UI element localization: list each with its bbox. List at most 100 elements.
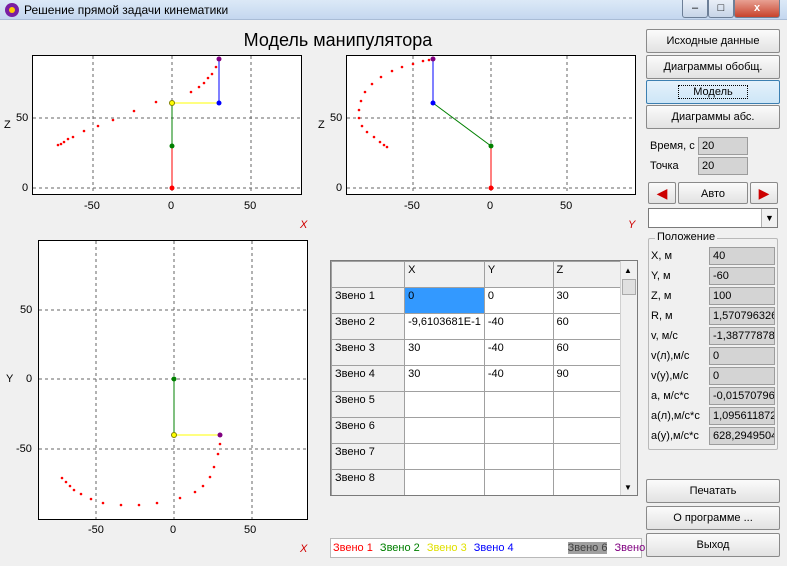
table-cell[interactable]	[483, 443, 554, 470]
step-back-button[interactable]: ◀	[648, 182, 676, 204]
plot-xy	[38, 240, 308, 520]
plot-yz-xtick-50: 50	[560, 200, 573, 212]
table-cell[interactable]	[552, 417, 623, 444]
close-button[interactable]: x	[734, 0, 780, 18]
table-cell[interactable]: 90	[552, 365, 623, 392]
plot-xy-ytick-50: 50	[20, 304, 33, 316]
plot-yz-canvas	[347, 56, 635, 194]
row-label: Звено 5	[331, 391, 406, 418]
column-header-z[interactable]: Z	[552, 261, 623, 288]
maximize-button[interactable]: □	[708, 0, 734, 18]
table-cell[interactable]	[483, 391, 554, 418]
plot-xy-ytick-0: 0	[26, 373, 33, 385]
legend-link-4: Звено 4	[473, 542, 514, 554]
row-label: Звено 2	[331, 313, 406, 340]
accel-label: a, м/с*с	[651, 390, 690, 402]
table-cell[interactable]	[552, 391, 623, 418]
generalized-diagrams-button[interactable]: Диаграммы обобщ.	[646, 55, 780, 79]
accel-y-label: a(y),м/с*с	[651, 430, 699, 442]
step-forward-button[interactable]: ▶	[750, 182, 778, 204]
trajectory	[56, 65, 218, 147]
table-cell[interactable]: 60	[552, 313, 623, 340]
about-button[interactable]: О программе ...	[646, 506, 780, 530]
table-cell[interactable]	[404, 443, 485, 470]
legend-link-1: Звено 1	[333, 542, 373, 554]
table-cell[interactable]: 0	[483, 287, 554, 314]
velocity-y-field[interactable]: 0	[709, 367, 775, 385]
print-button[interactable]: Печатать	[646, 479, 780, 503]
plot-xz-xtick-neg50: -50	[84, 200, 100, 212]
auto-button[interactable]: Авто	[678, 182, 748, 204]
time-label: Время, с	[650, 140, 695, 152]
table-cell[interactable]: -40	[483, 339, 554, 366]
initial-data-button[interactable]: Исходные данные	[646, 29, 780, 53]
table-cell[interactable]	[483, 417, 554, 444]
plot-yz	[346, 55, 636, 195]
y-field[interactable]: -60	[709, 267, 775, 285]
r-label: R, м	[651, 310, 673, 322]
table-cell[interactable]	[404, 391, 485, 418]
plot-xy-xname: X	[300, 543, 308, 555]
table-cell[interactable]	[483, 469, 554, 495]
plot-yz-xtick-0: 0	[487, 200, 494, 212]
plot-xz-xtick-0: 0	[168, 200, 175, 212]
accel-y-field[interactable]: 628,2949504	[709, 427, 775, 445]
link-legend: Звено 1 Звено 2 Звено 3 Звено 4 Звено 5 …	[330, 538, 654, 558]
plot-xy-canvas	[39, 241, 307, 519]
table-cell[interactable]: 30	[404, 339, 485, 366]
table-cell[interactable]: -40	[483, 313, 554, 340]
table-cell[interactable]	[552, 469, 623, 495]
table-cell[interactable]: -40	[483, 365, 554, 392]
accel-field[interactable]: -0,01570796	[709, 387, 775, 405]
scroll-down-icon[interactable]: ▼	[624, 483, 632, 492]
row-label: Звено 4	[331, 365, 406, 392]
plot-yz-ytitle: Z	[318, 119, 325, 131]
trajectory	[60, 442, 222, 507]
scroll-up-icon[interactable]: ▲	[624, 266, 632, 275]
velocity-y-label: v(y),м/с	[651, 370, 689, 382]
title-bar: Решение прямой задачи кинематики – □ x	[0, 0, 787, 20]
plot-xz-canvas	[33, 56, 301, 194]
table-row: Звено 8	[331, 469, 623, 495]
table-cell[interactable]: -9,6103681E-1	[404, 313, 485, 340]
table-cell[interactable]	[404, 469, 485, 495]
legend-link-5: Звено 5	[520, 542, 561, 554]
table-row: Звено 6	[331, 417, 623, 444]
table-row: Звено 7	[331, 443, 623, 470]
velocity-label: v, м/с	[651, 330, 678, 342]
table-cell[interactable]: 0	[404, 287, 485, 314]
y-label: Y, м	[651, 270, 671, 282]
plot-xy-ytick-neg50: -50	[16, 443, 32, 455]
r-field[interactable]: 1,570796326	[709, 307, 775, 325]
plot-xy-xtick-50: 50	[244, 524, 257, 536]
table-corner	[331, 261, 406, 288]
coordinates-table[interactable]: X Y Z Звено 1 0 0 30 Звено 2 -9,6103681E…	[330, 260, 638, 496]
table-cell[interactable]: 30	[404, 365, 485, 392]
exit-button[interactable]: Выход	[646, 533, 780, 557]
plot-xz-ytick-0: 0	[22, 182, 29, 194]
absolute-diagrams-button[interactable]: Диаграммы абс.	[646, 105, 780, 129]
point-field[interactable]: 20	[698, 157, 748, 175]
table-cell[interactable]	[404, 417, 485, 444]
column-header-x[interactable]: X	[404, 261, 485, 288]
table-cell[interactable]	[552, 443, 623, 470]
accel-l-field[interactable]: 1,095611872	[709, 407, 775, 425]
scroll-thumb[interactable]	[622, 279, 636, 295]
z-field[interactable]: 100	[709, 287, 775, 305]
model-button[interactable]: Модель	[646, 80, 780, 104]
plot-xz-ytick-50: 50	[16, 112, 29, 124]
mode-select[interactable]: ▼	[648, 208, 778, 228]
minimize-button[interactable]: –	[682, 0, 708, 18]
velocity-field[interactable]: -1,38777878	[709, 327, 775, 345]
column-header-y[interactable]: Y	[483, 261, 554, 288]
row-label: Звено 8	[331, 469, 406, 495]
table-cell[interactable]: 60	[552, 339, 623, 366]
table-row: Звено 5	[331, 391, 623, 418]
table-cell[interactable]: 30	[552, 287, 623, 314]
table-row: Звено 2 -9,6103681E-1 -40 60	[331, 313, 623, 340]
table-scrollbar[interactable]: ▲ ▼	[620, 261, 637, 495]
time-field[interactable]: 20	[698, 137, 748, 155]
velocity-l-field[interactable]: 0	[709, 347, 775, 365]
x-field[interactable]: 40	[709, 247, 775, 265]
chevron-down-icon[interactable]: ▼	[761, 209, 777, 227]
